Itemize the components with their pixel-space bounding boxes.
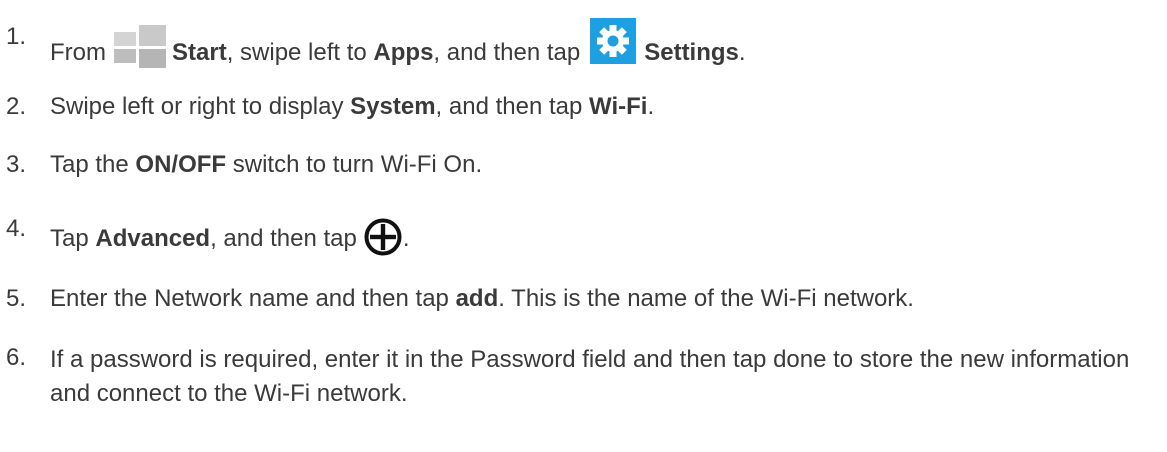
step-text: Swipe left or right to display System, a… xyxy=(50,92,654,122)
step-number: 6. xyxy=(6,344,27,371)
step-text: Tap Advanced, and then tap . xyxy=(50,214,410,257)
step-text-segment: Enter the Network name and then tap xyxy=(50,285,449,312)
settings-gear-icon xyxy=(590,18,637,64)
ui-term-add: add xyxy=(455,285,499,312)
step-text: Tap the ON/OFF switch to turn Wi-Fi On. xyxy=(50,150,482,180)
ui-term-system: System xyxy=(350,93,436,120)
step-text-segment: . xyxy=(402,225,410,252)
windows-start-icon xyxy=(112,23,166,68)
ui-term-on-off: ON/OFF xyxy=(135,151,227,178)
step-text-segment: Tap the xyxy=(50,151,129,178)
step-text-segment: . xyxy=(647,93,655,120)
step-text-segment: , swipe left to xyxy=(226,39,367,66)
step-text: If a password is required, enter it in t… xyxy=(50,346,1130,407)
step-number: 2. xyxy=(6,93,27,120)
step-number: 5. xyxy=(6,285,27,312)
step-text-segment: Swipe left or right to display xyxy=(50,93,344,120)
step-text-segment: switch to turn Wi-Fi On. xyxy=(232,151,483,178)
ui-term-settings: Settings xyxy=(644,39,739,66)
step-number: 3. xyxy=(6,151,27,178)
ui-term-wifi: Wi-Fi xyxy=(589,93,648,120)
step-number: 4. xyxy=(6,215,27,242)
step-text-segment: , and then tap xyxy=(435,93,583,120)
ui-term-start: Start xyxy=(172,39,227,66)
ui-term-advanced: Advanced xyxy=(95,225,211,252)
step-number: 1. xyxy=(6,23,27,50)
step-text-segment: Tap xyxy=(50,225,89,252)
add-circle-icon xyxy=(363,217,403,257)
step-text-segment: From xyxy=(50,39,106,66)
step-text-segment: , and then tap xyxy=(210,225,357,252)
step-text-segment: . This is the name of the Wi-Fi network. xyxy=(498,285,914,312)
step-text-segment: , and then tap xyxy=(433,39,581,66)
step-text: Enter the Network name and then tap add.… xyxy=(50,284,914,314)
step-text: From Start, swipe left to Apps, and then … xyxy=(50,18,746,68)
step-text-segment: . xyxy=(738,39,746,66)
ui-term-apps: Apps xyxy=(373,39,434,66)
